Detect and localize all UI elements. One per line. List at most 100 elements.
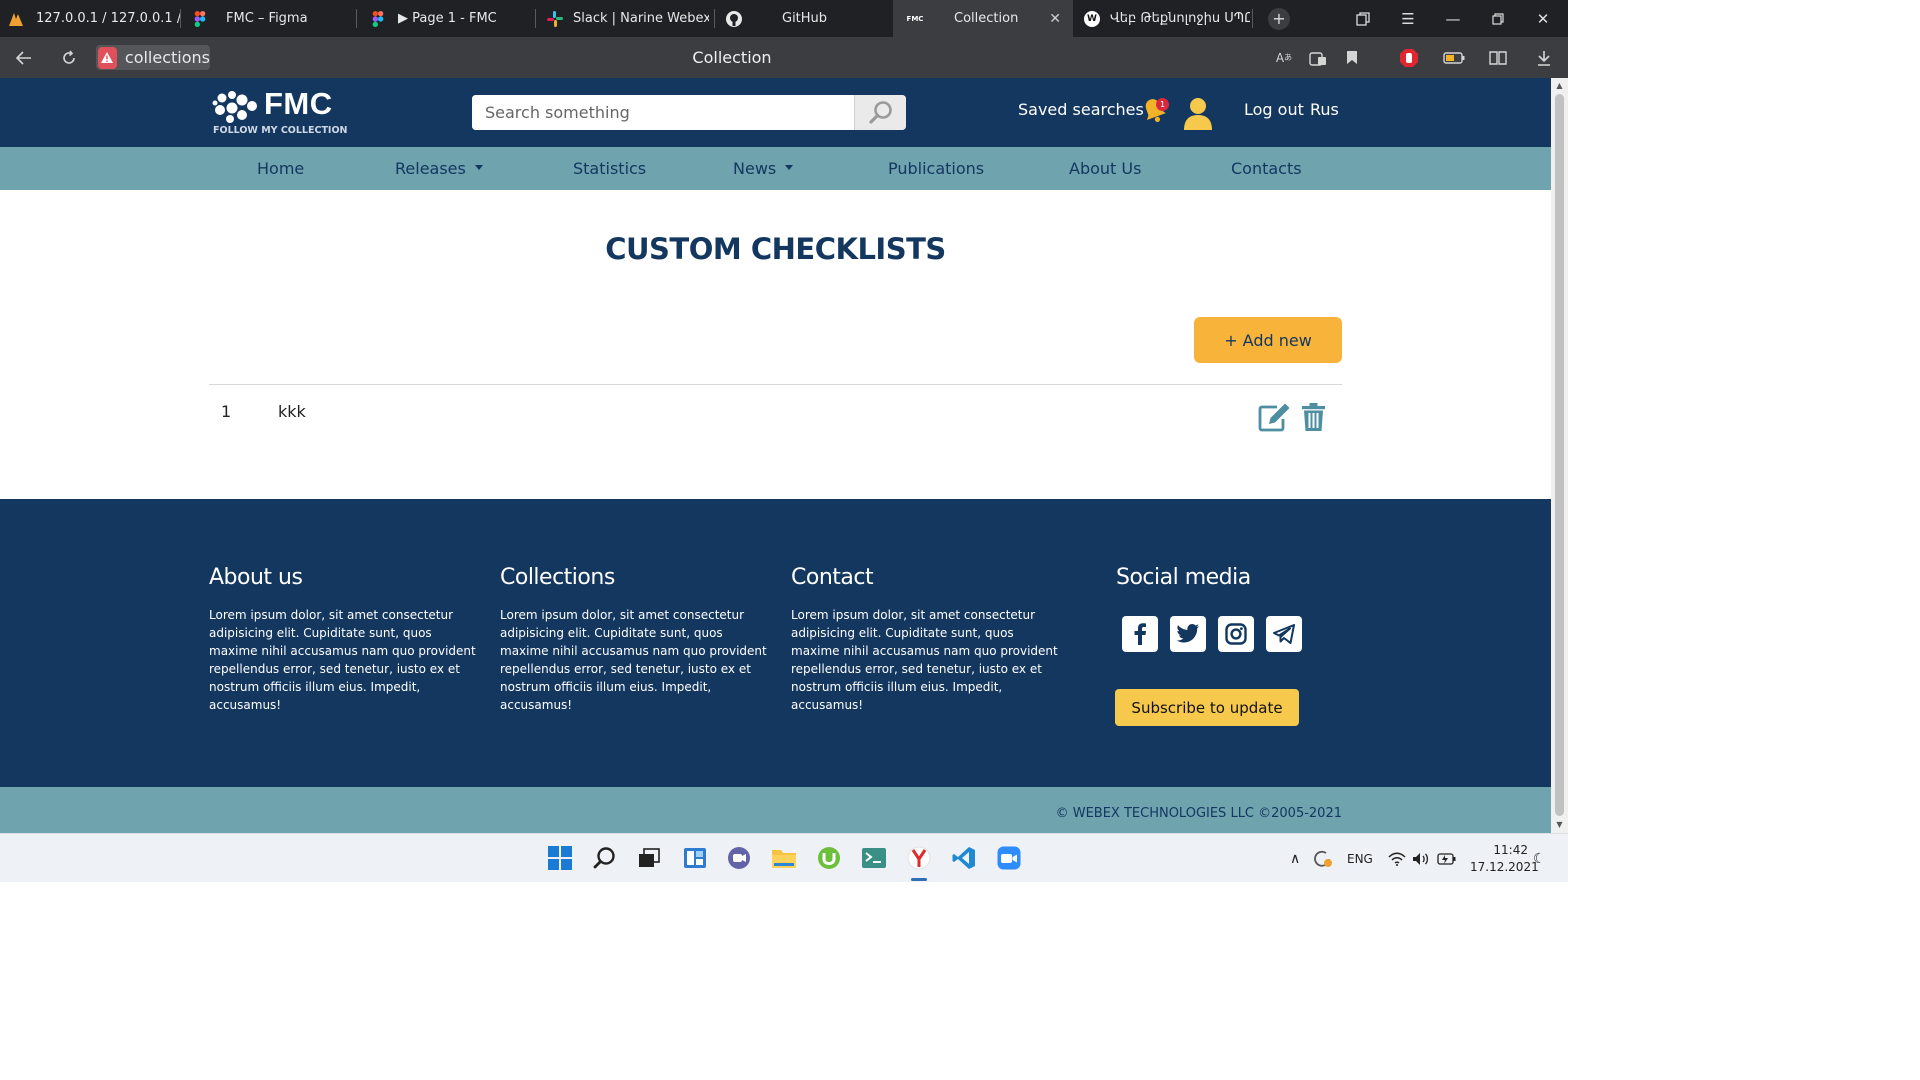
vscode-icon[interactable] xyxy=(949,843,979,873)
minimize-icon[interactable]: — xyxy=(1433,0,1473,37)
download-icon[interactable] xyxy=(1529,37,1559,78)
browser-tab-phpmyadmin[interactable]: 127.0.0.1 / 127.0.0.1 / c xyxy=(8,0,180,37)
browser-tab-figma-page[interactable]: ▶ Page 1 - FMC xyxy=(370,0,532,37)
instagram-icon[interactable] xyxy=(1218,616,1254,652)
new-tab-button[interactable]: + xyxy=(1259,0,1299,37)
clock-time: 11:42 xyxy=(1493,843,1528,857)
nav-label: Statistics xyxy=(573,159,647,178)
utorrent-icon[interactable] xyxy=(814,843,844,873)
user-profile[interactable] xyxy=(1183,96,1213,130)
tab-collections-icon[interactable] xyxy=(1343,0,1383,37)
browser-tab-collection[interactable]: FMC Collection ✕ xyxy=(893,0,1073,37)
notification-bell[interactable]: 1 xyxy=(1140,96,1170,126)
task-view-icon[interactable] xyxy=(634,843,664,873)
protect-icon[interactable] xyxy=(1303,37,1333,78)
chevron-up-icon[interactable]: ∧ xyxy=(1290,834,1300,883)
menu-icon[interactable]: ☰ xyxy=(1388,0,1428,37)
close-tab-icon[interactable]: ✕ xyxy=(1049,11,1061,27)
file-explorer-icon[interactable] xyxy=(769,843,799,873)
zoom-icon[interactable] xyxy=(994,843,1024,873)
widgets-icon[interactable] xyxy=(680,843,710,873)
nav-item-about-us[interactable]: About Us xyxy=(1069,147,1141,190)
search-input[interactable] xyxy=(472,95,854,130)
plus-icon: + xyxy=(1268,7,1290,30)
adblock-icon[interactable] xyxy=(1394,37,1424,78)
battery-saver-icon[interactable] xyxy=(1439,37,1469,78)
row-index: 1 xyxy=(221,402,232,421)
windows-start-icon[interactable] xyxy=(545,843,575,873)
nav-label: News xyxy=(733,159,777,178)
translate-icon[interactable]: Aあ xyxy=(1269,37,1299,78)
saved-searches-link[interactable]: Saved searches xyxy=(1018,100,1144,119)
page-heading: CUSTOM CHECKLISTS xyxy=(605,232,946,266)
search-button[interactable] xyxy=(854,95,906,130)
search-icon[interactable] xyxy=(590,843,620,873)
footer-text: Lorem ipsum dolor, sit amet consectetur … xyxy=(209,608,476,712)
volume-icon[interactable] xyxy=(1412,834,1430,883)
site-header: FMC FOLLOW MY COLLECTION Saved searches … xyxy=(0,78,1551,147)
twitter-icon[interactable] xyxy=(1170,616,1206,652)
input-language[interactable]: ENG xyxy=(1347,834,1373,883)
bookmark-icon[interactable] xyxy=(1337,37,1367,78)
notification-center-icon[interactable]: ☾ xyxy=(1533,834,1546,883)
reload-icon[interactable] xyxy=(54,37,84,78)
logout-link[interactable]: Log out xyxy=(1244,100,1304,119)
url-text: collections xyxy=(124,48,210,67)
back-arrow-icon[interactable] xyxy=(9,37,39,78)
nav-label: Contacts xyxy=(1231,159,1302,178)
language-switch[interactable]: Rus xyxy=(1310,100,1339,119)
clock-date: 17.12.2021 xyxy=(1470,860,1539,874)
figma-icon xyxy=(370,10,386,27)
scroll-up-icon[interactable]: ▲ xyxy=(1551,79,1568,93)
active-app-indicator xyxy=(911,878,927,881)
add-new-button[interactable]: + Add new xyxy=(1194,317,1342,363)
caret-down-icon xyxy=(474,165,483,170)
battery-icon[interactable] xyxy=(1437,834,1457,883)
nav-item-home[interactable]: Home xyxy=(257,147,304,190)
edit-icon[interactable] xyxy=(1258,402,1291,432)
trash-icon[interactable] xyxy=(1301,402,1326,432)
tab-title: FMC – Figma xyxy=(226,11,308,26)
facebook-icon[interactable] xyxy=(1122,616,1158,652)
browser-tab-webex[interactable]: W Վեբ Թեքնոլոջիս ՍՊԸ xyxy=(1084,0,1250,37)
tab-title: ▶ Page 1 - FMC xyxy=(398,11,497,26)
scroll-down-icon[interactable]: ▼ xyxy=(1551,818,1568,832)
reader-icon[interactable] xyxy=(1483,37,1513,78)
nav-label: Home xyxy=(257,159,305,178)
nav-item-publications[interactable]: Publications xyxy=(888,147,984,190)
fmc-logo[interactable]: FMC FOLLOW MY COLLECTION xyxy=(212,86,352,138)
tab-title: Collection xyxy=(954,11,1019,26)
browser-tab-figma[interactable]: FMC – Figma xyxy=(192,0,354,37)
page-scrollbar[interactable]: ▲ ▼ xyxy=(1551,78,1568,833)
browser-tab-github[interactable]: GitHub xyxy=(726,0,888,37)
github-icon xyxy=(726,10,742,27)
close-window-icon[interactable]: ✕ xyxy=(1523,0,1563,37)
teams-chat-icon[interactable] xyxy=(724,843,754,873)
nav-item-contacts[interactable]: Contacts xyxy=(1231,147,1302,190)
terminal-icon[interactable] xyxy=(859,843,889,873)
social-links xyxy=(1122,616,1302,652)
footer-column-contact: Contact Lorem ipsum dolor, sit amet cons… xyxy=(791,565,1059,714)
subscribe-button[interactable]: Subscribe to update xyxy=(1115,689,1299,726)
footer-text: Lorem ipsum dolor, sit amet consectetur … xyxy=(791,608,1058,712)
footer-column-collections: Collections Lorem ipsum dolor, sit amet … xyxy=(500,565,768,714)
row-name[interactable]: kkk xyxy=(278,402,306,421)
browser-tab-bar: 127.0.0.1 / 127.0.0.1 / c FMC – Figma ▶ … xyxy=(0,0,1568,37)
wifi-icon[interactable] xyxy=(1388,834,1406,883)
site-footer: About us Lorem ipsum dolor, sit amet con… xyxy=(0,499,1551,787)
url-field[interactable]: collections xyxy=(96,45,210,70)
scroll-thumb[interactable] xyxy=(1555,94,1564,816)
browser-tab-slack[interactable]: Slack | Narine Webex | xyxy=(547,0,709,37)
logo-tagline: FOLLOW MY COLLECTION xyxy=(213,125,348,136)
tab-title: GitHub xyxy=(782,11,828,26)
system-clock[interactable]: 11:42 17.12.2021 xyxy=(1470,842,1539,876)
yandex-browser-icon[interactable] xyxy=(904,843,934,873)
telegram-icon[interactable] xyxy=(1266,616,1302,652)
nav-item-releases[interactable]: Releases xyxy=(395,147,483,190)
sync-icon[interactable] xyxy=(1312,834,1334,883)
main-nav: Home Releases Statistics News Publicatio… xyxy=(0,147,1551,190)
nav-item-statistics[interactable]: Statistics xyxy=(573,147,646,190)
nav-item-news[interactable]: News xyxy=(733,147,794,190)
restore-icon[interactable] xyxy=(1478,0,1518,37)
logo-mark-icon xyxy=(212,91,257,123)
